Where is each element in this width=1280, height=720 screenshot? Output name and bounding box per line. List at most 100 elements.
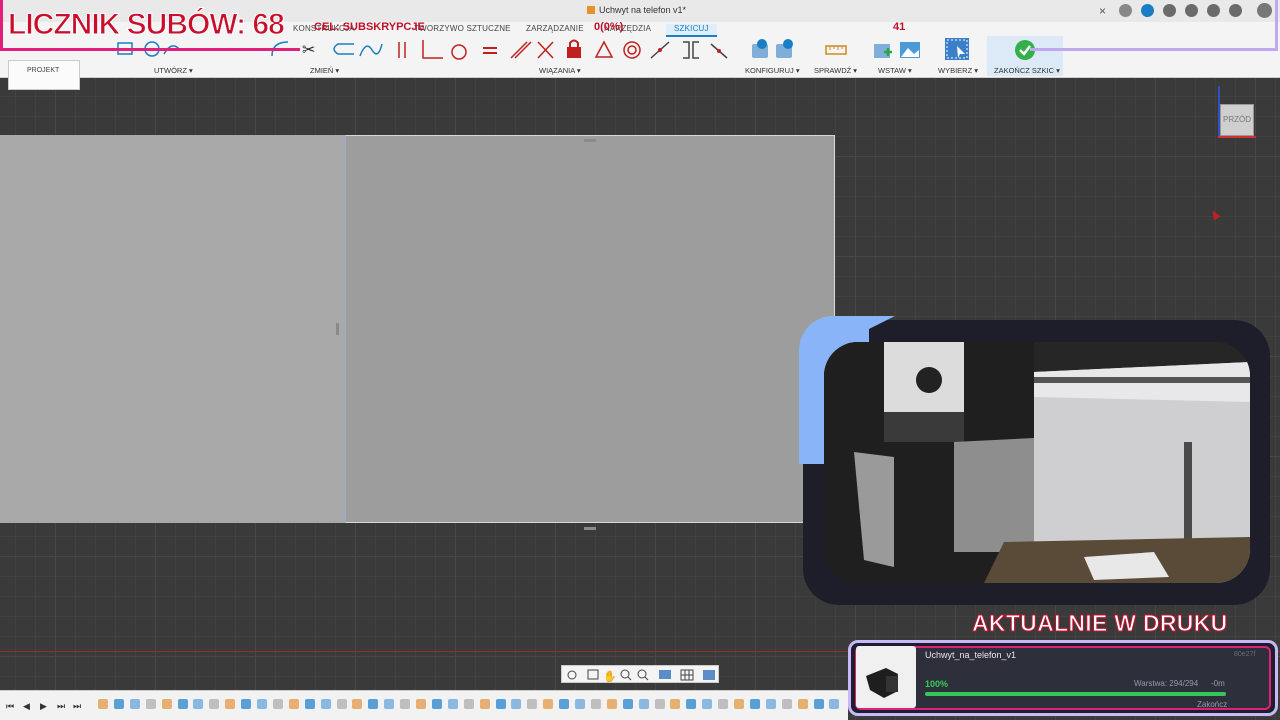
- group-select-label[interactable]: WYBIERZ ▾: [938, 66, 978, 75]
- pan-icon[interactable]: ✋: [603, 670, 617, 683]
- timeline-step-icon[interactable]: [734, 699, 744, 709]
- timeline-step-icon[interactable]: [384, 699, 395, 709]
- configure-tools-icons[interactable]: [748, 38, 800, 60]
- timeline-play-icon[interactable]: ▶: [40, 701, 47, 712]
- jobs-status-icon[interactable]: [1141, 4, 1154, 17]
- look-at-icon[interactable]: [587, 669, 599, 680]
- timeline-step-icon[interactable]: [272, 699, 283, 709]
- timeline-step-icon[interactable]: [447, 699, 458, 709]
- select-icon[interactable]: [943, 36, 973, 62]
- group-modify-label[interactable]: ZMIEŃ ▾: [310, 66, 339, 75]
- now-printing-heading: AKTUALNIE W DRUKU: [972, 610, 1228, 637]
- timeline-step-icon[interactable]: [145, 699, 156, 709]
- timeline-step-icon[interactable]: [257, 699, 267, 709]
- tab-szkicuj[interactable]: SZKICUJ: [666, 24, 717, 37]
- timeline-step-icon[interactable]: [622, 699, 633, 709]
- timeline-end-icon[interactable]: ⏭: [73, 701, 81, 712]
- timeline-step-icon[interactable]: [241, 699, 252, 709]
- sketch-panel-left[interactable]: [0, 135, 345, 523]
- grid-settings-icon[interactable]: [680, 669, 694, 681]
- timeline-step-icon[interactable]: [431, 699, 442, 709]
- group-constraints-label[interactable]: WIĄZANIA ▾: [539, 66, 581, 75]
- timeline-step-icon[interactable]: [829, 699, 840, 709]
- tab-tworzywo[interactable]: TWORZYWO SZTUCZNE: [414, 24, 511, 33]
- timeline-step-icon[interactable]: [702, 699, 713, 709]
- timeline-step-icon[interactable]: [479, 699, 490, 709]
- timeline-start-icon[interactable]: ⏮: [6, 701, 14, 712]
- timeline-step-icon[interactable]: [670, 699, 681, 709]
- timeline-step-icon[interactable]: [543, 699, 554, 709]
- document-title[interactable]: Uchwyt na telefon v1*: [587, 5, 686, 15]
- timeline-step-icon[interactable]: [288, 699, 299, 709]
- viewcube[interactable]: PRZÓD: [1220, 104, 1254, 136]
- group-create-label[interactable]: UTWÓRZ ▾: [154, 66, 193, 75]
- timeline-step-icon[interactable]: [177, 699, 188, 709]
- resize-handle-left[interactable]: [336, 323, 339, 335]
- timeline-step-icon[interactable]: [336, 699, 347, 709]
- timeline-step-icon[interactable]: [718, 699, 729, 709]
- timeline-step-icon[interactable]: [559, 699, 570, 709]
- timeline-step-icon[interactable]: [320, 699, 331, 709]
- orbit-icon[interactable]: [567, 670, 577, 680]
- group-insert-label[interactable]: WSTAW ▾: [878, 66, 912, 75]
- timeline-step-icon[interactable]: [304, 699, 315, 709]
- timeline-step-icon[interactable]: [209, 699, 220, 709]
- timeline-step-icon[interactable]: [590, 699, 601, 709]
- timeline-step-icon[interactable]: [765, 699, 776, 709]
- timeline-step-icon[interactable]: [511, 699, 522, 709]
- timeline-step-icon[interactable]: [352, 699, 363, 709]
- overlay-frame-line: [0, 0, 3, 50]
- timeline-step-icon[interactable]: [654, 699, 665, 709]
- timeline-step-icon[interactable]: [606, 699, 617, 709]
- timeline-next-icon[interactable]: ⏭: [57, 701, 65, 712]
- timeline-step-icon[interactable]: [463, 699, 474, 709]
- document-title-text: Uchwyt na telefon v1*: [599, 5, 687, 15]
- group-inspect-label[interactable]: SPRAWDŹ ▾: [814, 66, 857, 75]
- tab-zarzadzanie[interactable]: ZARZĄDZANIE: [526, 24, 584, 33]
- timeline-step-icon[interactable]: [638, 699, 649, 709]
- print-thumbnail: [856, 646, 916, 708]
- close-tab-icon[interactable]: ×: [1099, 4, 1106, 18]
- timeline-step-icon[interactable]: [98, 699, 108, 709]
- group-finish-sketch-label[interactable]: ZAKOŃCZ SZKIC ▾: [994, 66, 1060, 75]
- timeline-step-icon[interactable]: [749, 699, 760, 709]
- timeline-step-icon[interactable]: [416, 699, 426, 709]
- timeline-step-icon[interactable]: [113, 699, 124, 709]
- navigation-bar: ✋: [561, 665, 719, 683]
- timeline-step-icon[interactable]: [400, 699, 411, 709]
- notifications-icon[interactable]: [1207, 4, 1220, 17]
- timeline-step-icon[interactable]: [161, 699, 172, 709]
- extensions-icon[interactable]: [1163, 4, 1176, 17]
- zoom-icon[interactable]: [620, 669, 632, 681]
- constraint-tools-icons[interactable]: [393, 38, 733, 62]
- project-menu-button[interactable]: PROJEKT: [8, 60, 80, 90]
- timeline-step-icon[interactable]: [225, 699, 236, 709]
- timeline-prev-icon[interactable]: ◀: [23, 701, 30, 712]
- sketch-panel-right[interactable]: [345, 135, 835, 523]
- insert-tools-icons[interactable]: [870, 38, 922, 62]
- svg-text:✋: ✋: [603, 670, 617, 683]
- resize-handle-bottom[interactable]: [584, 527, 596, 530]
- print-percent: 100%: [925, 679, 949, 689]
- timeline-step-icon[interactable]: [129, 699, 140, 709]
- timeline-step-icon[interactable]: [527, 699, 538, 709]
- timeline-step-icon[interactable]: [368, 699, 379, 709]
- measure-icon[interactable]: [824, 42, 848, 58]
- group-configure-label[interactable]: KONFIGURUJ ▾: [745, 66, 800, 75]
- timeline-step-icon[interactable]: [686, 699, 697, 709]
- timeline-step-icon[interactable]: [797, 699, 808, 709]
- new-tab-icon[interactable]: [1119, 4, 1132, 17]
- timeline-step-icon[interactable]: [575, 699, 585, 709]
- timeline-step-icon[interactable]: [495, 699, 506, 709]
- timeline-step-icon[interactable]: [193, 699, 204, 709]
- timeline-step-icon[interactable]: [813, 699, 824, 709]
- fit-icon[interactable]: [637, 669, 649, 681]
- viewcube-face-label: PRZÓD: [1223, 115, 1251, 124]
- clock-icon[interactable]: [1185, 4, 1198, 17]
- help-icon[interactable]: [1229, 4, 1242, 17]
- timeline-step-icon[interactable]: [781, 699, 792, 709]
- avatar[interactable]: [1257, 3, 1272, 18]
- display-settings-icon[interactable]: [659, 670, 671, 679]
- resize-handle-top[interactable]: [584, 139, 596, 142]
- viewports-icon[interactable]: [703, 670, 715, 680]
